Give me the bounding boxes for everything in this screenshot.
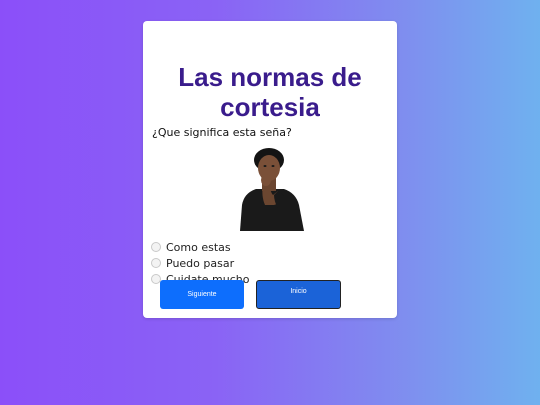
option-label: Como estas (166, 240, 231, 254)
page-title-line-2: cortesia (220, 92, 320, 122)
question-text: ¿Que significa esta seña? (152, 126, 292, 139)
radio-button[interactable] (151, 242, 161, 252)
next-button-label: Siguiente (187, 291, 217, 298)
option-label: Puedo pasar (166, 256, 235, 270)
option-puedo-pasar[interactable]: Puedo pasar (151, 255, 249, 271)
page-title-line-1: Las normas de (178, 62, 362, 92)
woman-signing-image (234, 147, 307, 231)
next-button[interactable]: Siguiente (160, 280, 244, 309)
sign-photo (234, 147, 307, 231)
radio-button[interactable] (151, 258, 161, 268)
quiz-card: Las normas de cortesia ¿Que significa es… (143, 21, 397, 318)
option-como-estas[interactable]: Como estas (151, 239, 249, 255)
home-button[interactable]: Inicio (256, 280, 341, 309)
home-button-label: Inicio (290, 288, 307, 295)
page-title: Las normas de cortesia (143, 62, 397, 122)
